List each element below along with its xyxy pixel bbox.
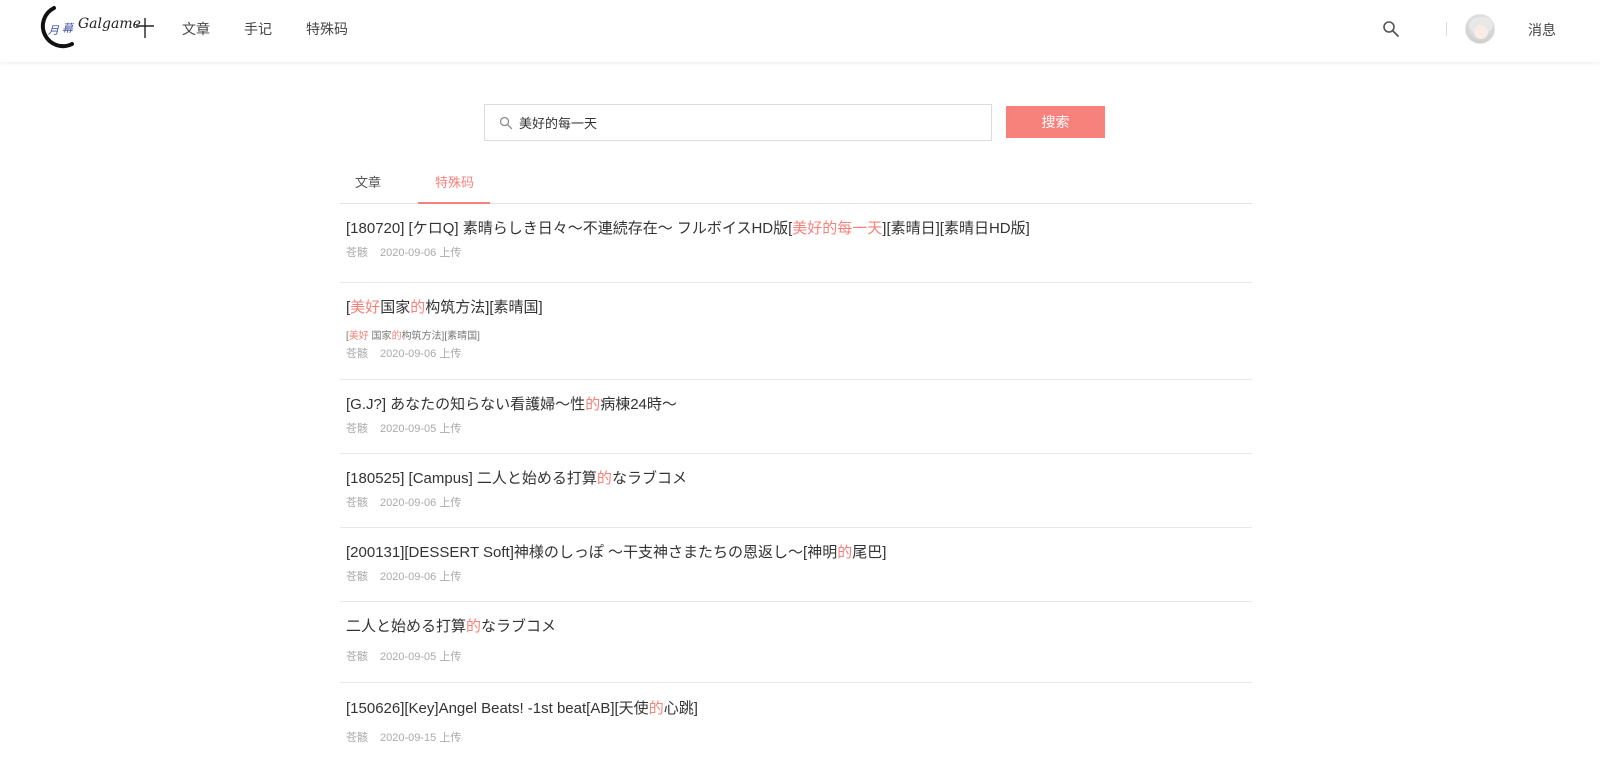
result-date: 2020-09-05 上传 <box>380 651 462 663</box>
list-item: 二人と始める打算的なラブコメ 苍骸 2020-09-05 上传 <box>340 602 1252 683</box>
title-segment: [180720] [ケロQ] 素晴らしき日々～不連続存在～ フルボイスHD版[ <box>346 220 793 237</box>
result-title[interactable]: [美好国家的构筑方法][素晴国] <box>346 296 543 317</box>
list-item: [180525] [Campus] 二人と始める打算的なラブコメ 苍骸 2020-… <box>340 454 1252 528</box>
result-date: 2020-09-06 上传 <box>380 247 462 259</box>
result-title[interactable]: [150626][Key]Angel Beats! -1st beat[AB][… <box>346 697 698 718</box>
highlighted-term: 美好的每一天 <box>792 220 883 237</box>
result-meta: 苍骸 2020-09-06 上传 <box>346 244 461 260</box>
title-segment: 病棟24時～ <box>600 396 677 413</box>
result-author: 苍骸 <box>346 423 368 435</box>
highlighted-term: 的 <box>837 544 853 561</box>
nav-notes[interactable]: 手记 <box>244 19 272 39</box>
result-date: 2020-09-06 上传 <box>380 497 462 509</box>
title-segment: 心跳] <box>663 700 698 717</box>
top-header: 月 幕 Galgame 文章 手记 特殊码 消息 <box>0 0 1600 62</box>
highlighted-term: 美好 <box>350 299 381 316</box>
site-logo[interactable]: 月 幕 Galgame <box>32 4 156 52</box>
title-segment: 尾巴] <box>852 544 887 561</box>
result-meta: 苍骸 2020-09-05 上传 <box>346 648 461 664</box>
tab-special-code[interactable]: 特殊码 <box>435 172 474 191</box>
main-nav: 文章 手记 特殊码 <box>182 0 382 58</box>
tab-articles[interactable]: 文章 <box>355 172 381 191</box>
result-subtitle: [美好 国家的构筑方法][素晴国] <box>346 327 480 342</box>
highlighted-term: 的 <box>466 618 482 635</box>
title-segment: 国家 <box>368 331 392 342</box>
title-segment: [150626][Key]Angel Beats! -1st beat[AB][… <box>346 700 649 717</box>
highlighted-term: 的 <box>585 396 601 413</box>
result-date: 2020-09-15 上传 <box>380 732 462 744</box>
highlighted-term: 的 <box>648 700 664 717</box>
header-divider <box>1446 22 1447 36</box>
list-item: [美好国家的构筑方法][素晴国] [美好 国家的构筑方法][素晴国] 苍骸 202… <box>340 283 1252 380</box>
result-title[interactable]: [200131][DESSERT Soft]神様のしっぽ ～干支神さまたちの恩返… <box>346 541 886 562</box>
result-title[interactable]: [180525] [Campus] 二人と始める打算的なラブコメ <box>346 467 687 488</box>
messages-link[interactable]: 消息 <box>1528 20 1556 40</box>
user-avatar[interactable] <box>1465 14 1495 44</box>
result-author: 苍骸 <box>346 571 368 583</box>
list-item: [G.J?] あなたの知らない看護婦～性的病棟24時～ 苍骸 2020-09-05… <box>340 380 1252 454</box>
svg-text:月: 月 <box>48 24 60 37</box>
search-icon[interactable] <box>1382 20 1400 38</box>
result-author: 苍骸 <box>346 732 368 744</box>
result-meta: 苍骸 2020-09-06 上传 <box>346 345 461 361</box>
result-meta: 苍骸 2020-09-05 上传 <box>346 420 461 436</box>
highlighted-term: 的 <box>596 470 612 487</box>
title-segment: [200131][DESSERT Soft]神様のしっぽ ～干支神さまたちの恩返… <box>346 544 838 561</box>
title-segment: ][素晴日][素晴日HD版] <box>882 220 1030 237</box>
search-field-icon <box>499 116 513 129</box>
title-segment: 构筑方法][素晴国] <box>401 331 480 342</box>
result-meta: 苍骸 2020-09-06 上传 <box>346 568 461 584</box>
result-date: 2020-09-06 上传 <box>380 571 462 583</box>
result-title[interactable]: [180720] [ケロQ] 素晴らしき日々～不連続存在～ フルボイスHD版[美… <box>346 217 1030 238</box>
result-date: 2020-09-05 上传 <box>380 423 462 435</box>
search-box <box>484 104 992 141</box>
result-author: 苍骸 <box>346 651 368 663</box>
highlighted-term: 的 <box>410 299 426 316</box>
nav-articles[interactable]: 文章 <box>182 19 210 39</box>
result-date: 2020-09-06 上传 <box>380 348 462 360</box>
title-segment: [180525] [Campus] 二人と始める打算 <box>346 470 597 487</box>
search-button[interactable]: 搜索 <box>1006 106 1105 138</box>
list-item: [180720] [ケロQ] 素晴らしき日々～不連続存在～ フルボイスHD版[美… <box>340 204 1252 283</box>
highlighted-term: 美好 <box>348 331 369 342</box>
svg-text:幕: 幕 <box>62 22 75 35</box>
result-title[interactable]: 二人と始める打算的なラブコメ <box>346 615 556 636</box>
result-meta: 苍骸 2020-09-15 上传 <box>346 729 461 745</box>
list-item: [200131][DESSERT Soft]神様のしっぽ ～干支神さまたちの恩返… <box>340 528 1252 602</box>
result-tabs: 文章 特殊码 <box>340 162 1252 204</box>
result-author: 苍骸 <box>346 348 368 360</box>
search-input[interactable] <box>519 107 979 138</box>
title-segment: [G.J?] あなたの知らない看護婦～性 <box>346 396 586 413</box>
title-segment: 构筑方法][素晴国] <box>425 299 543 316</box>
list-item: [150626][Key]Angel Beats! -1st beat[AB][… <box>340 683 1252 762</box>
result-title[interactable]: [G.J?] あなたの知らない看護婦～性的病棟24時～ <box>346 393 677 414</box>
result-author: 苍骸 <box>346 497 368 509</box>
result-author: 苍骸 <box>346 247 368 259</box>
title-segment: なラブコメ <box>481 618 557 635</box>
nav-special-code[interactable]: 特殊码 <box>306 19 348 39</box>
title-segment: なラブコメ <box>611 470 687 487</box>
result-meta: 苍骸 2020-09-06 上传 <box>346 494 461 510</box>
svg-text:Galgame: Galgame <box>78 16 141 32</box>
highlighted-term: 的 <box>391 331 402 342</box>
title-segment: 二人と始める打算 <box>346 618 467 635</box>
title-segment: 国家 <box>380 299 411 316</box>
